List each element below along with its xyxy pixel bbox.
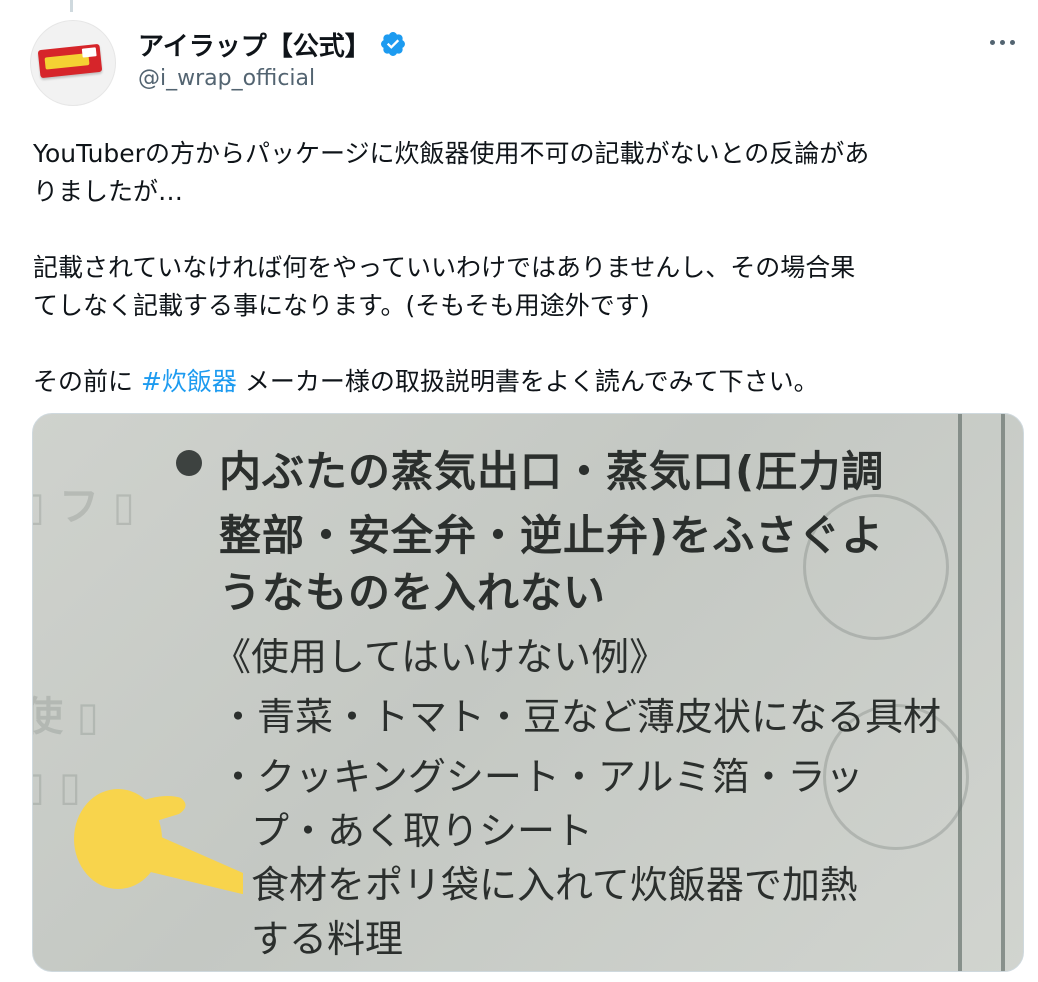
- tweet-line: りましたが…: [33, 177, 184, 206]
- column-rule: [1001, 414, 1005, 971]
- more-options-icon[interactable]: [984, 30, 1020, 54]
- background-print: ▯ ▯: [33, 764, 81, 810]
- example-item-highlighted: する料理: [251, 917, 404, 961]
- background-print: 使 ▯: [33, 694, 99, 740]
- example-item-highlighted: 食材をポリ袋に入れて炊飯器で加熱: [251, 863, 858, 907]
- tweet-line-prefix: その前に: [33, 367, 141, 396]
- verified-badge-icon: [380, 32, 405, 56]
- example-item: ・クッキングシート・アルミ箔・ラッ: [219, 755, 864, 799]
- manual-heading: 内ぶたの蒸気出口・蒸気口(圧力調: [219, 447, 885, 496]
- tweet-image[interactable]: ▯ フ ▯ 使 ▯ ▯ ▯ 内ぶたの蒸気出口・蒸気口(圧力調 整部・安全弁・逆止…: [32, 413, 1024, 972]
- hashtag-link[interactable]: #炊飯器: [141, 367, 237, 396]
- manual-heading: 整部・安全弁・逆止弁)をふさぐよ: [219, 511, 885, 560]
- bullet-icon: [176, 450, 202, 476]
- tweet-line: 記載されていなければ何をやっていいわけではありませんし、その場合果: [33, 253, 856, 282]
- avatar[interactable]: [30, 20, 116, 106]
- example-title: 《使用してはいけない例》: [213, 635, 668, 679]
- tweet-line: YouTuberの方からパッケージに炊飯器使用不可の記載がないとの反論があ: [33, 139, 870, 168]
- user-handle[interactable]: @i_wrap_official: [138, 66, 407, 91]
- display-name[interactable]: アイラップ【公式】: [138, 26, 371, 63]
- example-item: ・青菜・トマト・豆など薄皮状になる具材: [219, 695, 942, 739]
- tweet-line-suffix: メーカー様の取扱説明書をよく読んでみて下さい。: [236, 367, 819, 396]
- product-box-icon: [37, 43, 103, 79]
- example-item: プ・あく取りシート: [251, 809, 594, 853]
- tweet-text: YouTuberの方からパッケージに炊飯器使用不可の記載がないとの反論があ りま…: [33, 135, 1018, 401]
- background-print: ▯ フ ▯: [32, 484, 135, 530]
- manual-heading: うなものを入れない: [219, 568, 607, 617]
- pointing-hand-icon: [74, 789, 243, 894]
- column-rule: [958, 414, 962, 971]
- tweet-header: アイラップ【公式】 @i_wrap_official: [138, 24, 407, 91]
- tweet-line: てしなく記載する事になります。(そもそも用途外です): [33, 291, 650, 320]
- thread-connector: [70, 0, 73, 12]
